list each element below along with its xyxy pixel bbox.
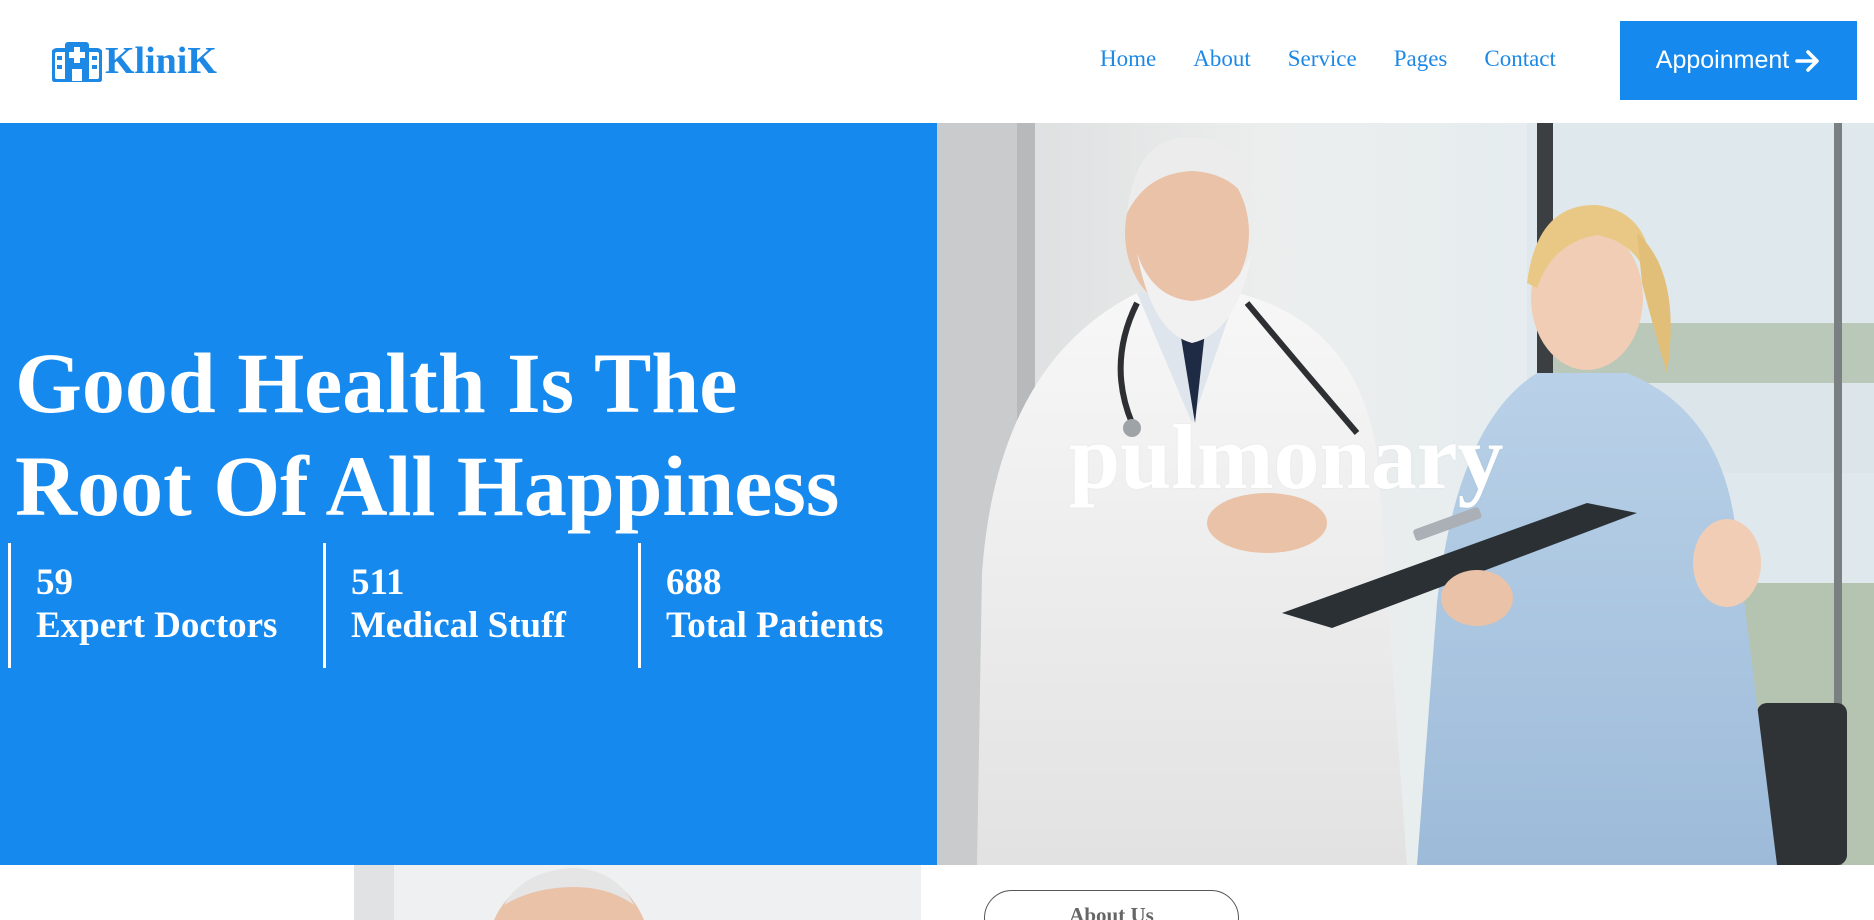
- stat-patients: 688 Total Patients: [638, 543, 953, 668]
- hero-image-panel: pulmonary: [937, 123, 1874, 865]
- nav-contact[interactable]: Contact: [1484, 46, 1556, 72]
- stat-value: 511: [351, 562, 405, 603]
- stat-doctors: 59 Expert Doctors: [8, 543, 323, 668]
- stat-value: 59: [36, 562, 73, 603]
- navbar: KliniK Home About Service Pages Contact …: [0, 0, 1874, 123]
- nav-home[interactable]: Home: [1100, 46, 1156, 72]
- appointment-button-label: Appoinment: [1655, 46, 1790, 74]
- stats-row: 59 Expert Doctors 511 Medical Stuff 688 …: [8, 543, 953, 668]
- nav-pages[interactable]: Pages: [1394, 46, 1448, 72]
- hero-title-line-1: Good Health Is The: [15, 335, 738, 431]
- stat-value: 688: [666, 562, 722, 603]
- main-nav: Home About Service Pages Contact: [1100, 46, 1593, 72]
- stat-label: Medical Stuff: [351, 605, 566, 646]
- hero-title-line-2: Root Of All Happiness: [15, 438, 840, 534]
- stat-staff: 511 Medical Stuff: [323, 543, 638, 668]
- nav-service[interactable]: Service: [1288, 46, 1357, 72]
- hero-overlay-text: pulmonary: [1069, 406, 1504, 508]
- about-us-button[interactable]: About Us: [984, 890, 1239, 920]
- hero-panel: Good Health Is The Root Of All Happiness…: [0, 123, 937, 865]
- appointment-button[interactable]: Appoinment: [1620, 21, 1857, 100]
- brand-name: KliniK: [105, 39, 217, 82]
- hero-title: Good Health Is The Root Of All Happiness: [15, 332, 915, 538]
- stat-label: Total Patients: [666, 605, 884, 646]
- arrow-right-icon: [1795, 49, 1820, 72]
- about-photo: [354, 865, 921, 920]
- hospital-icon: [52, 41, 102, 82]
- brand-logo[interactable]: KliniK: [52, 38, 217, 83]
- nav-about[interactable]: About: [1193, 46, 1251, 72]
- stat-label: Expert Doctors: [36, 605, 278, 646]
- about-photo-image: [354, 865, 921, 920]
